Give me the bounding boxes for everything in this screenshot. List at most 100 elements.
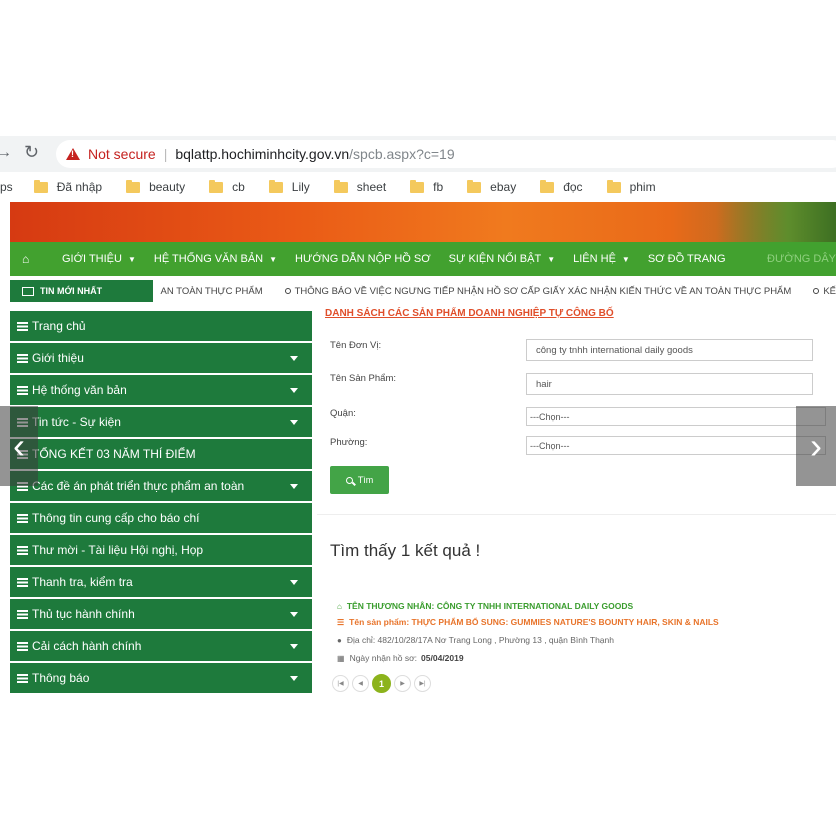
browser-address-bar: → ↻ Not secure | bqlattp.hochiminhcity.g…	[0, 136, 836, 172]
carousel-prev-button[interactable]: ‹	[0, 406, 38, 486]
sidebar-item-gioi-thieu[interactable]: Giới thiệu	[10, 343, 312, 373]
result-product[interactable]: ☰ Tên sản phẩm: THỰC PHẨM BỔ SUNG: GUMMIE…	[337, 617, 719, 627]
bookmark-folder[interactable]: ebay	[467, 179, 516, 194]
reload-icon[interactable]: ↻	[24, 142, 39, 163]
sidebar-item-bao-chi[interactable]: Thông tin cung cấp cho báo chí	[10, 503, 312, 533]
page-title: DANH SÁCH CÁC SẢN PHẨM DOANH NGHIỆP TỰ C…	[325, 308, 614, 319]
menu-item-so-do-trang[interactable]: SƠ ĐỒ TRANG	[648, 253, 726, 265]
folder-icon	[33, 179, 48, 193]
newspaper-icon	[22, 286, 34, 296]
bookmark-folder[interactable]: Đã nhập	[33, 179, 102, 194]
search-button[interactable]: Tìm	[330, 466, 389, 494]
sidebar-item-he-thong-van-ban[interactable]: Hệ thống văn bản	[10, 375, 312, 405]
folder-icon	[268, 179, 283, 193]
menu-item-lien-he[interactable]: LIÊN HỆ ▼	[573, 253, 630, 265]
warning-icon	[66, 148, 80, 160]
url-host[interactable]: bqlattp.hochiminhcity.gov.vn	[175, 146, 349, 162]
list-icon	[17, 513, 28, 523]
bookmarks-bar: ps Đã nhập beauty cb Lily sheet fb ebay …	[0, 172, 836, 202]
bookmark-folder[interactable]: sheet	[333, 179, 386, 194]
caret-down-icon	[290, 483, 298, 489]
caret-down-icon: ▼	[269, 254, 278, 264]
bookmark-folder[interactable]: Lily	[268, 179, 310, 194]
search-icon	[345, 476, 353, 484]
folder-icon	[410, 179, 425, 193]
folder-icon	[333, 179, 348, 193]
caret-down-icon: ▼	[621, 254, 630, 264]
folder-icon	[540, 179, 555, 193]
ticker-label: TIN MỚI NHẤT	[10, 280, 153, 302]
sidebar-item-thu-moi[interactable]: Thư mời - Tài liệu Hội nghị, Họp	[10, 535, 312, 565]
sidebar-item-thanh-tra[interactable]: Thanh tra, kiểm tra	[10, 567, 312, 597]
sidebar-item-de-an[interactable]: Các đề án phát triển thực phẩm an toàn	[10, 471, 312, 501]
menu-item-su-kien[interactable]: SỰ KIỆN NỔI BẬT ▼	[449, 253, 555, 265]
site-banner	[10, 202, 836, 242]
omnibox[interactable]: Not secure | bqlattp.hochiminhcity.gov.v…	[56, 140, 836, 168]
result-address: ● Địa chỉ: 482/10/28/17A Nơ Trang Long , …	[337, 635, 614, 645]
sidebar: Trang chủ Giới thiệu Hệ thống văn bản Ti…	[10, 311, 312, 696]
district-select[interactable]: ---Chọn---	[526, 407, 826, 426]
sidebar-item-thong-bao[interactable]: Thông báo	[10, 663, 312, 693]
list-icon	[17, 609, 28, 619]
caret-down-icon	[290, 611, 298, 617]
district-label: Quận:	[330, 408, 356, 419]
sidebar-item-tin-tuc[interactable]: Tin tức - Sự kiện	[10, 407, 312, 437]
banner-vegetables-image	[716, 202, 836, 242]
caret-down-icon	[290, 419, 298, 425]
list-icon	[17, 353, 28, 363]
list-icon	[17, 577, 28, 587]
bookmark-folder[interactable]: phim	[606, 179, 656, 194]
next-page-icon[interactable]: ▶	[394, 675, 411, 692]
menu-item-huong-dan[interactable]: HƯỚNG DẪN NỘP HỒ SƠ	[295, 253, 431, 265]
sidebar-item-trang-chu[interactable]: Trang chủ	[10, 311, 312, 341]
bookmark-folder[interactable]: cb	[209, 179, 245, 194]
apps-label[interactable]: ps	[0, 180, 13, 194]
home-icon[interactable]: ⌂	[22, 252, 44, 266]
home-icon: ⌂	[337, 601, 342, 611]
caret-down-icon	[290, 675, 298, 681]
forward-icon[interactable]: →	[0, 144, 12, 162]
separator: |	[163, 146, 168, 162]
ticker-text[interactable]: AN TOÀN THỰC PHẨM THÔNG BÁO VỀ VIỆC NGƯNG…	[161, 286, 836, 297]
list-icon	[17, 385, 28, 395]
page-number[interactable]: 1	[372, 674, 391, 693]
prev-page-icon[interactable]: ◀	[352, 675, 369, 692]
last-page-icon[interactable]: ▶|	[414, 675, 431, 692]
sidebar-item-tong-ket[interactable]: TỔNG KẾT 03 NĂM THÍ ĐIỂM	[10, 439, 312, 469]
menu-item-he-thong-van-ban[interactable]: HỆ THỐNG VĂN BẢN ▼	[154, 253, 277, 265]
list-icon: ☰	[337, 617, 345, 627]
pagination: |◀ ◀ 1 ▶ ▶|	[332, 674, 434, 693]
caret-down-icon	[290, 355, 298, 361]
product-name-input[interactable]: hair	[526, 373, 813, 395]
map-marker-icon: ●	[337, 635, 342, 645]
menu-item-gioi-thieu[interactable]: GIỚI THIỆU ▼	[62, 253, 136, 265]
caret-down-icon: ▼	[127, 254, 136, 264]
result-merchant[interactable]: ⌂ TÊN THƯƠNG NHÂN: CÔNG TY TNHH INTERNATI…	[337, 601, 633, 611]
caret-down-icon	[290, 643, 298, 649]
screenshot: → ↻ Not secure | bqlattp.hochiminhcity.g…	[0, 136, 836, 696]
bookmark-folder[interactable]: đọc	[540, 179, 583, 194]
caret-down-icon: ▼	[547, 254, 556, 264]
ward-select[interactable]: ---Chọn---	[526, 436, 826, 455]
list-icon	[17, 673, 28, 683]
caret-down-icon	[290, 387, 298, 393]
carousel-next-button[interactable]: ›	[796, 406, 836, 486]
not-secure-label[interactable]: Not secure	[88, 146, 156, 162]
first-page-icon[interactable]: |◀	[332, 675, 349, 692]
sidebar-item-cai-cach[interactable]: Cải cách hành chính	[10, 631, 312, 661]
product-label: Tên Sản Phẩm:	[330, 373, 397, 384]
folder-icon	[467, 179, 482, 193]
sidebar-item-thu-tuc[interactable]: Thủ tục hành chính	[10, 599, 312, 629]
url-path[interactable]: /spcb.aspx?c=19	[349, 146, 454, 162]
results-panel: Tìm thấy 1 kết quả ! ⌂ TÊN THƯƠNG NHÂN: C…	[317, 514, 836, 696]
hotline-label[interactable]: ĐƯỜNG DÂY	[767, 253, 836, 265]
bookmark-folder[interactable]: fb	[410, 179, 443, 194]
bullet-icon	[284, 287, 291, 294]
folder-icon	[606, 179, 621, 193]
chevron-left-icon: ‹	[13, 425, 25, 466]
unit-name-input[interactable]: công ty tnhh international daily goods	[526, 339, 813, 361]
list-icon	[17, 321, 28, 331]
calendar-icon: ▦	[337, 653, 345, 663]
bookmark-folder[interactable]: beauty	[126, 179, 185, 194]
list-icon	[17, 545, 28, 555]
